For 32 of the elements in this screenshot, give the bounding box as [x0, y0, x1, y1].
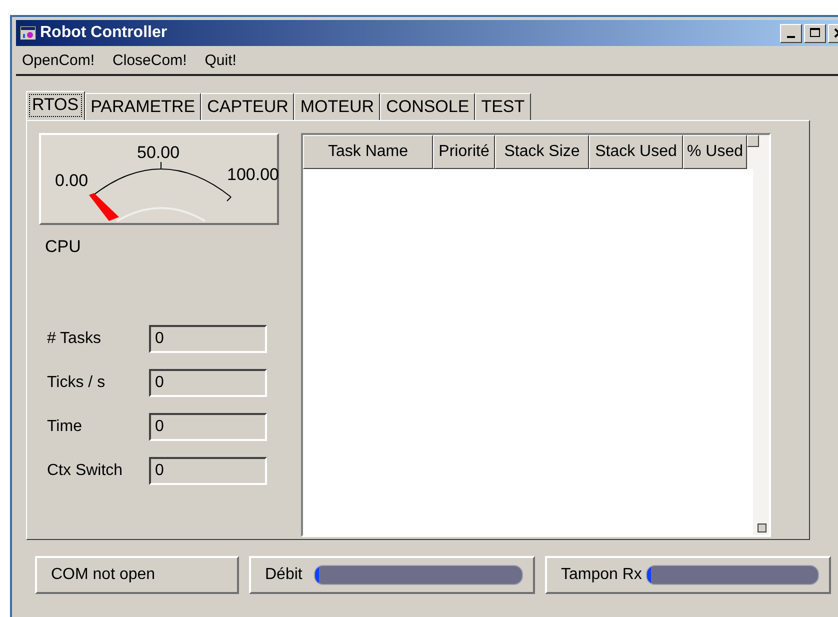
readout-field: 0 [149, 457, 267, 485]
app-icon [20, 26, 36, 40]
window-title: Robot Controller [40, 24, 168, 42]
gauge-caption: CPU [45, 237, 82, 257]
column-header[interactable]: Stack Size [495, 135, 589, 169]
field-label: # Tasks [46, 330, 102, 348]
column-header[interactable]: Priorité [433, 135, 495, 169]
readout-field: 0 [149, 413, 267, 441]
column-header[interactable]: % Used [683, 135, 747, 169]
meter-label: Débit [265, 566, 302, 584]
connection-status: COM not open [35, 556, 239, 594]
minimize-icon [787, 36, 795, 38]
maximize-button[interactable] [804, 24, 826, 42]
tab[interactable]: RTOS [26, 91, 85, 120]
menu-item[interactable]: OpenCom! [22, 52, 95, 68]
maximize-icon [810, 28, 820, 38]
gauge-needle [89, 193, 119, 221]
column-header[interactable]: Task Name [303, 135, 433, 169]
readout-field: 0 [149, 325, 267, 353]
readout-field: 0 [149, 369, 267, 397]
menu-item[interactable]: CloseCom! [112, 52, 187, 68]
menu-item[interactable]: Quit! [204, 52, 236, 68]
field-label: Time [46, 418, 83, 436]
column-header[interactable]: Stack Used [589, 135, 683, 169]
gauge-label: 100.00 [227, 165, 279, 185]
field-label: Ctx Switch [46, 462, 124, 480]
gauge-label: 50.00 [137, 143, 180, 163]
resize-grip-icon [757, 523, 767, 533]
meter-label: Tampon Rx [561, 566, 642, 584]
field-label: Ticks / s [46, 374, 106, 392]
gauge-label: 0.00 [55, 171, 88, 191]
minimize-button[interactable] [780, 24, 802, 42]
